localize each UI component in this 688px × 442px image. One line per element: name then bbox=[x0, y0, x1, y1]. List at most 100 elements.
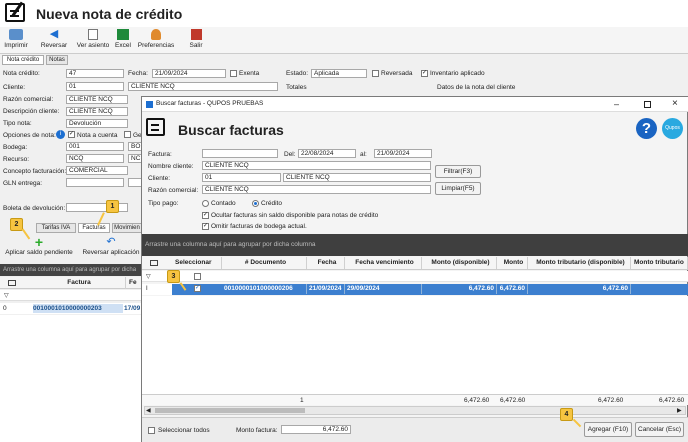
factura-field[interactable] bbox=[202, 149, 278, 158]
dialog-cliente-code[interactable]: 01 bbox=[202, 173, 281, 182]
view-entry-button[interactable]: Ver asiento bbox=[75, 29, 111, 49]
omitir-checkbox[interactable]: ✓ bbox=[202, 223, 209, 230]
footer-tributario-disponible: 6,472.60 bbox=[598, 397, 624, 404]
limpiar-button[interactable]: Limpiar(F5) bbox=[435, 182, 481, 195]
reversada-checkbox[interactable] bbox=[372, 70, 379, 77]
column-chooser-icon[interactable] bbox=[150, 260, 158, 266]
minimize-icon[interactable]: – bbox=[614, 99, 619, 109]
tab-notas[interactable]: Notas bbox=[46, 55, 68, 65]
undo-arrow-icon: ↶ bbox=[106, 236, 116, 248]
info-icon[interactable]: i bbox=[56, 130, 65, 139]
del-date-field[interactable]: 22/08/2024 bbox=[298, 149, 356, 158]
ocultar-checkbox[interactable]: ✓ bbox=[202, 212, 209, 219]
preferences-button[interactable]: Preferencias bbox=[136, 29, 176, 49]
ge-checkbox[interactable] bbox=[124, 131, 131, 138]
horizontal-scrollbar[interactable]: ◀ ▶ bbox=[144, 406, 686, 415]
concepto-field[interactable]: COMERCIAL bbox=[66, 166, 128, 175]
al-date-field[interactable]: 21/09/2024 bbox=[374, 149, 432, 158]
tab-facturas[interactable]: Facturas bbox=[78, 223, 110, 233]
aplicar-saldo-button[interactable]: + Aplicar saldo pendiente bbox=[2, 234, 76, 260]
estado-label: Estado: bbox=[286, 70, 309, 77]
col-seleccionar[interactable]: Seleccionar bbox=[172, 257, 222, 269]
al-label: al: bbox=[360, 151, 367, 158]
row-fecha: 21/09/2024 bbox=[307, 284, 345, 294]
scroll-left-icon[interactable]: ◀ bbox=[146, 407, 151, 414]
col-documento[interactable]: # Documento bbox=[222, 257, 307, 269]
exit-button[interactable]: Salir bbox=[188, 29, 204, 49]
col-monto-disponible[interactable]: Monto (disponible) bbox=[422, 257, 497, 269]
excel-button[interactable]: Excel bbox=[114, 29, 132, 49]
cliente-code-field[interactable]: 01 bbox=[66, 82, 124, 91]
bodega-name-field[interactable]: BO bbox=[128, 142, 142, 151]
dialog-bottom-bar: Seleccionar todos Monto factura: 6,472.6… bbox=[142, 417, 688, 442]
scroll-thumb[interactable] bbox=[155, 408, 305, 413]
cliente-name-field[interactable]: CLIENTE NCQ bbox=[128, 82, 278, 91]
inventario-checkbox[interactable]: ✓ bbox=[421, 70, 428, 77]
filter-icon[interactable]: ▽ bbox=[146, 273, 151, 280]
callout-marker-1: 1 bbox=[106, 200, 119, 213]
plus-icon: + bbox=[34, 234, 44, 250]
datos-nota-label: Datos de la nota del cliente bbox=[437, 84, 516, 91]
reverse-button[interactable]: ◀ Reversar bbox=[40, 29, 68, 50]
dialog-razon-field[interactable]: CLIENTE NCQ bbox=[202, 185, 431, 194]
filter-select-checkbox[interactable] bbox=[194, 273, 201, 280]
cancelar-button[interactable]: Cancelar (Esc) bbox=[635, 422, 684, 437]
reversar-aplicacion-button[interactable]: ↶ Reversar aplicación bbox=[80, 236, 142, 260]
contado-radio[interactable] bbox=[202, 200, 209, 207]
window-title: Nueva nota de crédito bbox=[36, 6, 183, 22]
dialog-cliente-name[interactable]: CLIENTE NCQ bbox=[283, 173, 431, 182]
boleta-label: Boleta de devolución: bbox=[3, 205, 66, 212]
col-fecha[interactable]: Fecha bbox=[307, 257, 345, 269]
maximize-icon[interactable] bbox=[644, 101, 651, 108]
scroll-right-icon[interactable]: ▶ bbox=[677, 407, 682, 414]
bodega-field[interactable]: 001 bbox=[66, 142, 124, 151]
col-vencimiento[interactable]: Fecha vencimiento bbox=[345, 257, 422, 269]
seleccionar-todos-checkbox[interactable] bbox=[148, 427, 155, 434]
nota-cuenta-checkbox[interactable]: ✓ bbox=[68, 131, 75, 138]
nombre-field[interactable]: CLIENTE NCQ bbox=[202, 161, 431, 170]
estado-field[interactable]: Aplicada bbox=[311, 69, 367, 78]
tab-nota-credito[interactable]: Nota crédito bbox=[2, 55, 44, 65]
dialog-heading: Buscar facturas bbox=[178, 122, 284, 138]
credito-radio[interactable] bbox=[252, 200, 259, 207]
callout-marker-4: 4 bbox=[560, 408, 573, 421]
recurso-name-field[interactable]: NC bbox=[128, 154, 142, 163]
left-table-row[interactable]: 0 0010001010000000203 17/09 bbox=[0, 303, 142, 314]
grid-body bbox=[142, 296, 688, 394]
descripcion-field[interactable]: CLIENTE NCQ bbox=[66, 107, 128, 116]
gln-field-2[interactable] bbox=[128, 178, 142, 187]
razon-field[interactable]: CLIENTE NCQ bbox=[66, 95, 128, 104]
column-chooser-icon[interactable] bbox=[8, 280, 16, 286]
tab-movimientos[interactable]: Movimien bbox=[112, 223, 142, 233]
col-factura[interactable]: Factura bbox=[30, 277, 126, 289]
gln-label: GLN entrega: bbox=[3, 180, 43, 187]
factura-label: Factura: bbox=[148, 151, 172, 158]
callout-marker-3: 3 bbox=[167, 270, 180, 283]
nombre-label: Nombre cliente: bbox=[148, 163, 194, 170]
tipo-nota-field[interactable]: Devolución bbox=[66, 119, 128, 128]
fecha-field[interactable]: 21/09/2024 bbox=[152, 69, 226, 78]
agregar-button[interactable]: Agregar (F10) bbox=[584, 422, 632, 437]
document-icon bbox=[88, 29, 98, 40]
descripcion-label: Descripción cliente: bbox=[3, 108, 60, 115]
nota-credito-field[interactable]: 47 bbox=[66, 69, 124, 78]
help-icon[interactable]: ? bbox=[636, 118, 657, 139]
exenta-checkbox[interactable] bbox=[230, 70, 237, 77]
close-icon[interactable]: × bbox=[672, 98, 678, 109]
tab-tarifas-iva[interactable]: Tarifas IVA bbox=[36, 223, 76, 233]
grid-footer: 1 6,472.60 6,472.60 6,472.60 6,472.60 bbox=[142, 394, 688, 405]
col-monto[interactable]: Monto bbox=[497, 257, 528, 269]
recurso-field[interactable]: NCQ bbox=[66, 154, 124, 163]
ocultar-label: Ocultar facturas sin saldo disponible pa… bbox=[211, 212, 379, 219]
monto-factura-field[interactable]: 6,472.60 bbox=[281, 425, 351, 434]
col-fe[interactable]: Fe bbox=[126, 277, 142, 289]
filter-icon[interactable]: ▽ bbox=[4, 292, 9, 299]
row-select-checkbox[interactable]: ✓ bbox=[194, 285, 201, 292]
table-row[interactable]: I ✓ 0010000101000000206 21/09/2024 29/09… bbox=[142, 284, 688, 295]
gln-field[interactable] bbox=[66, 178, 124, 187]
print-button[interactable]: Imprimir bbox=[2, 29, 30, 49]
dialog-razon-label: Razón comercial: bbox=[148, 187, 199, 194]
col-tributario-disponible[interactable]: Monto tributario (disponible) bbox=[528, 257, 631, 269]
filtrar-button[interactable]: Filtrar(F3) bbox=[435, 165, 481, 178]
col-tributario[interactable]: Monto tributario bbox=[631, 257, 688, 269]
